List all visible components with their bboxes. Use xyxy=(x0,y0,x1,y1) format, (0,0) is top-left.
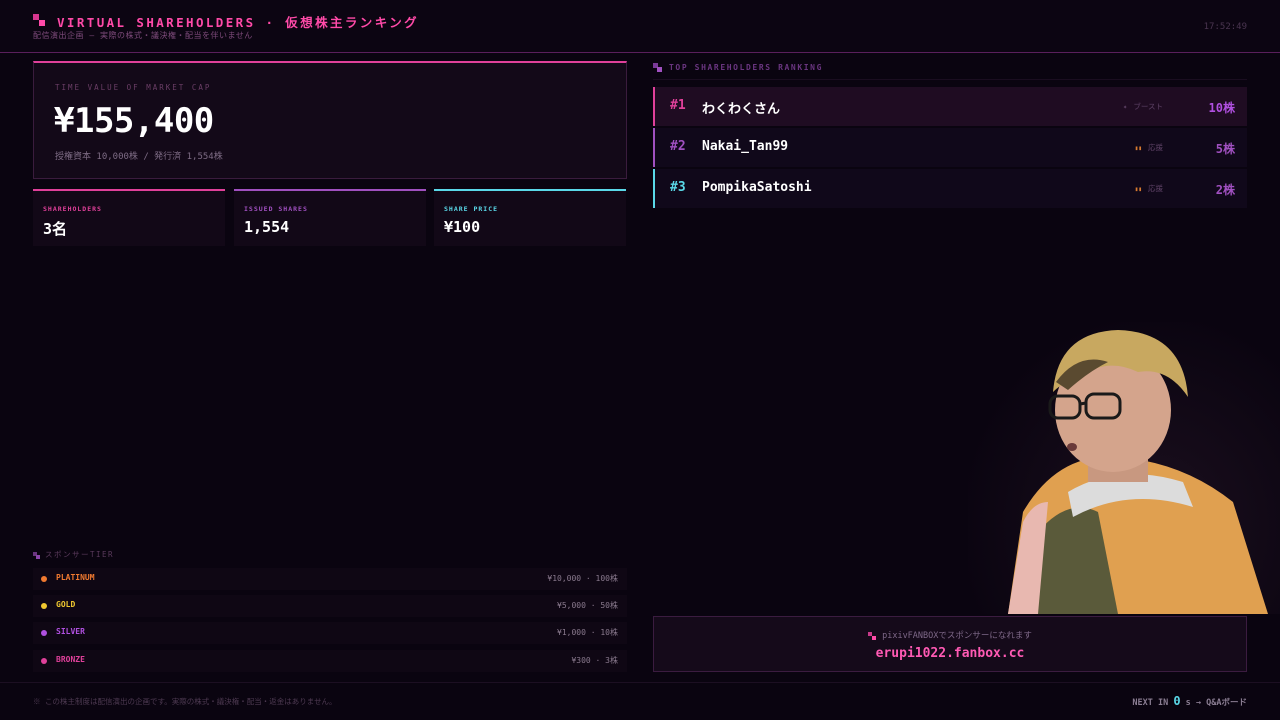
tier-name: BRONZE xyxy=(56,655,85,664)
ranking-heading-label: TOP SHAREHOLDERS RANKING xyxy=(669,63,823,72)
rank-position: #3 xyxy=(670,180,686,195)
tier-row-gold: GOLD ¥5,000 · 50株 xyxy=(33,595,627,617)
fanbox-caption: pixivFANBOXでスポンサーになれます xyxy=(654,629,1246,641)
tier-name: PLATINUM xyxy=(56,573,95,582)
market-cap-value: ¥155,400 xyxy=(54,101,214,141)
tier-row-platinum: PLATINUM ¥10,000 · 100株 xyxy=(33,568,627,590)
rank-shares: 10株 xyxy=(1208,101,1235,115)
countdown-number: 0 xyxy=(1173,694,1181,708)
rank-name: Nakai_Tan99 xyxy=(702,139,789,154)
cheer-icon: ▮▮ xyxy=(1134,186,1142,193)
stat-value: 1,554 xyxy=(244,218,290,236)
stat-label: ISSUED SHARES xyxy=(244,205,308,213)
stat-label: SHAREHOLDERS xyxy=(43,205,102,213)
tier-dot-icon xyxy=(41,630,47,636)
market-cap-detail: 授権資本 10,000株 / 発行済 1,554株 xyxy=(55,152,223,162)
page-subtitle: 配信演出企画 — 実際の株式・議決権・配当を伴いません xyxy=(33,31,253,40)
ranking-heading: TOP SHAREHOLDERS RANKING xyxy=(653,63,823,72)
stat-label: SHARE PRICE xyxy=(444,205,499,213)
tier-dot-icon xyxy=(41,603,47,609)
next-suffix: s → Q&Aボード xyxy=(1185,698,1247,708)
rank-name: わくわくさん xyxy=(702,102,781,117)
fanbox-card: pixivFANBOXでスポンサーになれます erupi1022.fanbox.… xyxy=(653,616,1247,672)
clock: 17:52:49 xyxy=(1203,22,1247,32)
tier-price: ¥300 · 3株 xyxy=(571,656,618,665)
market-cap-label: TIME VALUE OF MARKET CAP xyxy=(55,83,212,92)
logo-icon xyxy=(33,14,45,26)
ranking-heading-icon xyxy=(653,63,662,72)
tier-row-silver: SILVER ¥1,000 · 10株 xyxy=(33,622,627,644)
rank-position: #2 xyxy=(670,139,686,154)
page-title: VIRTUAL SHAREHOLDERS · 仮想株主ランキング xyxy=(57,15,420,30)
next-prefix: NEXT IN xyxy=(1132,698,1169,708)
divider xyxy=(0,682,1280,683)
cheer-icon: ▮▮ xyxy=(1134,145,1142,152)
tiers-heading: スポンサーTIER xyxy=(33,549,114,560)
stat-value: 3名 xyxy=(43,220,68,238)
tier-heading-icon xyxy=(33,551,40,559)
fanbox-link[interactable]: erupi1022.fanbox.cc xyxy=(654,646,1246,661)
tier-name: SILVER xyxy=(56,627,85,636)
rank-tag-label: ブースト xyxy=(1133,102,1163,111)
stat-issued-shares: ISSUED SHARES 1,554 xyxy=(234,189,426,246)
tier-row-bronze: BRONZE ¥300 · 3株 xyxy=(33,650,627,672)
stat-shareholders: SHAREHOLDERS 3名 xyxy=(33,189,225,246)
rank-tag-label: 応援 xyxy=(1148,184,1163,193)
tier-dot-icon xyxy=(41,658,47,664)
next-scene-countdown: NEXT IN 0 s → Q&Aボード xyxy=(1132,694,1247,708)
rank-name: PompikaSatoshi xyxy=(702,180,812,195)
webcam-feed xyxy=(968,322,1280,614)
ranking-row: #3 PompikaSatoshi ▮▮ 応援 2株 xyxy=(653,169,1247,208)
fanbox-caption-text: pixivFANBOXでスポンサーになれます xyxy=(882,631,1032,641)
tiers-heading-label: スポンサーTIER xyxy=(45,550,115,559)
rank-accent-bar xyxy=(653,169,655,208)
rank-shares: 2株 xyxy=(1215,183,1235,197)
rank-tag-label: 応援 xyxy=(1148,143,1163,152)
rank-accent-bar xyxy=(653,128,655,167)
rank-accent-bar xyxy=(653,87,655,126)
tier-price: ¥10,000 · 100株 xyxy=(547,574,618,583)
stat-value: ¥100 xyxy=(444,218,481,236)
tier-name: GOLD xyxy=(56,600,76,609)
fanbox-icon xyxy=(868,631,877,640)
rank-position: #1 xyxy=(670,98,686,113)
header-bar: VIRTUAL SHAREHOLDERS · 仮想株主ランキング 配信演出企画 … xyxy=(0,0,1280,53)
ranking-row: #2 Nakai_Tan99 ▮▮ 応援 5株 xyxy=(653,128,1247,167)
rank-tag: ▮▮ 応援 xyxy=(1135,142,1163,153)
tier-price: ¥5,000 · 50株 xyxy=(557,601,618,610)
rank-shares: 5株 xyxy=(1215,142,1235,156)
rank-tag: ▮▮ 応援 xyxy=(1135,183,1163,194)
footer-disclaimer: ※ この株主制度は配信演出の企画です。実際の株式・議決権・配当・返金はありません… xyxy=(33,697,337,706)
ranking-row: #1 わくわくさん ✦ ブースト 10株 xyxy=(653,87,1247,126)
market-cap-card: TIME VALUE OF MARKET CAP ¥155,400 授権資本 1… xyxy=(33,61,627,179)
divider xyxy=(653,79,1247,80)
rank-tag: ✦ ブースト xyxy=(1123,101,1163,112)
tier-price: ¥1,000 · 10株 xyxy=(557,628,618,637)
rocket-icon: ✦ xyxy=(1122,102,1128,111)
tier-dot-icon xyxy=(41,576,47,582)
streamer-image xyxy=(1008,330,1268,614)
stat-share-price: SHARE PRICE ¥100 xyxy=(434,189,626,246)
